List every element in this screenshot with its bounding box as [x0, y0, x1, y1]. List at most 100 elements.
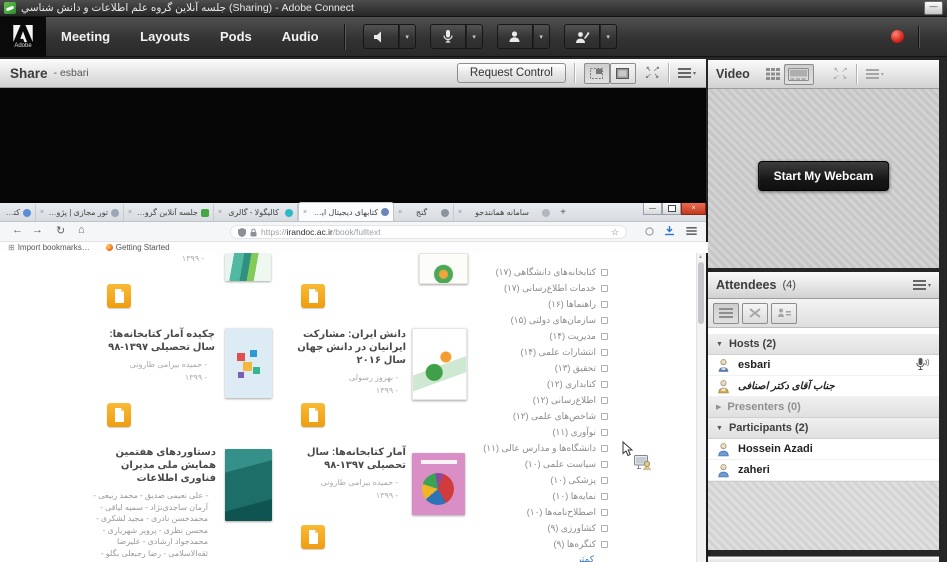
microphone-button[interactable]: [430, 24, 466, 49]
speaker-button[interactable]: [363, 24, 399, 49]
checkbox[interactable]: [601, 397, 608, 404]
checkbox[interactable]: [601, 461, 608, 468]
back-button[interactable]: ←: [12, 224, 23, 236]
attendee-row-esbari[interactable]: esbari: [708, 355, 939, 376]
pdf-download-icon[interactable]: [107, 284, 131, 308]
menu-audio[interactable]: Audio: [267, 29, 334, 44]
attendees-pod-menu-button[interactable]: ▾: [913, 280, 931, 290]
protections-icon[interactable]: [645, 227, 654, 236]
attendee-row-host2[interactable]: جناب آقای دکتر اصنافی: [708, 376, 939, 397]
request-control-button[interactable]: Request Control: [457, 63, 566, 83]
book-cover[interactable]: [225, 328, 272, 398]
category-filter[interactable]: کنگره‌ها (۹): [554, 537, 608, 551]
microphone-dropdown[interactable]: ▾: [466, 24, 483, 49]
checkbox[interactable]: [601, 493, 608, 500]
close-tab-icon[interactable]: ×: [40, 209, 44, 216]
browser-menu-icon[interactable]: [686, 227, 696, 235]
pdf-download-icon[interactable]: [301, 403, 325, 427]
attendee-list-view-button[interactable]: [713, 303, 739, 324]
close-tab-icon[interactable]: ×: [458, 209, 462, 216]
reload-button[interactable]: ↻: [56, 224, 65, 237]
category-filter[interactable]: اطلاع‌رسانی (۱۲): [533, 393, 608, 407]
checkbox[interactable]: [601, 349, 608, 356]
collapse-triangle-icon[interactable]: ▶: [716, 403, 721, 411]
checkbox[interactable]: [601, 525, 608, 532]
checkbox[interactable]: [601, 381, 608, 388]
browser-tab[interactable]: × سامانه همانندجو: [454, 204, 554, 221]
raise-hand-button[interactable]: [564, 24, 600, 49]
menu-pods[interactable]: Pods: [205, 29, 267, 44]
category-filter[interactable]: کشاورزی (۹): [548, 521, 608, 535]
browser-minimize-button[interactable]: —: [643, 203, 662, 215]
menu-meeting[interactable]: Meeting: [46, 29, 125, 44]
book-title[interactable]: دانش ایران: مشارکت ایرانیان در دانش جهان…: [278, 328, 406, 367]
book-entry[interactable]: دستاوردهای هفتمین همایش ملی مدیران فناور…: [88, 446, 216, 562]
checkbox[interactable]: [601, 541, 608, 548]
book-cover[interactable]: [225, 449, 272, 521]
address-bar[interactable]: https://irandoc.ac.ir/book/fulltext ☆: [230, 225, 627, 239]
share-view-toggle-dashed[interactable]: [584, 63, 610, 84]
category-filter[interactable]: نوآوری (۱۱): [552, 425, 608, 439]
book-entry[interactable]: آمار کتابخانه‌ها: سال تحصیلی ۱۳۹۷-۹۸ حمی…: [278, 446, 406, 503]
book-title[interactable]: چکیده آمار کتابخانه‌ها: سال تحصیلی ۱۳۹۷-…: [88, 328, 215, 354]
book-entry[interactable]: دانش ایران: مشارکت ایرانیان در دانش جهان…: [278, 328, 406, 398]
close-tab-icon[interactable]: ×: [398, 209, 402, 216]
close-tab-icon[interactable]: ×: [218, 209, 222, 216]
book-title[interactable]: آمار کتابخانه‌ها: سال تحصیلی ۱۳۹۷-۹۸: [278, 446, 406, 472]
checkbox[interactable]: [601, 365, 608, 372]
browser-tab[interactable]: × کالیگولا - گالری: [214, 204, 298, 221]
browser-restore-button[interactable]: [662, 203, 681, 215]
category-filter[interactable]: سیاست علمی (۱۰): [525, 457, 608, 471]
bookmark-import[interactable]: ⊞ Import bookmarks…: [8, 243, 90, 252]
attendee-status-view-button[interactable]: [771, 303, 797, 324]
fullscreen-button[interactable]: ↖↗↙↘: [644, 66, 660, 80]
share-pod-menu-button[interactable]: ▾: [678, 68, 696, 78]
page-scrollbar[interactable]: ▲: [696, 253, 706, 562]
category-filter[interactable]: سازمان‌های دولتی (۱۵): [511, 313, 608, 327]
status-dropdown[interactable]: ▾: [600, 24, 617, 49]
collapse-triangle-icon[interactable]: ▼: [716, 425, 723, 432]
category-filter[interactable]: نمایه‌ها (۱۰): [553, 489, 608, 503]
breakout-view-button[interactable]: [742, 303, 768, 324]
speaker-dropdown[interactable]: ▾: [399, 24, 416, 49]
checkbox[interactable]: [601, 429, 608, 436]
scroll-up-icon[interactable]: ▲: [698, 254, 703, 260]
category-filter[interactable]: شاخص‌های علمی (۱۲): [513, 409, 608, 423]
pdf-download-icon[interactable]: [107, 403, 131, 427]
book-entry[interactable]: چکیده آمار کتابخانه‌ها: سال تحصیلی ۱۳۹۷-…: [88, 328, 215, 385]
webcam-dropdown[interactable]: ▾: [533, 24, 550, 49]
attendee-row-participant[interactable]: zaheri: [708, 460, 939, 481]
book-cover[interactable]: [225, 253, 271, 281]
bookmark-star-icon[interactable]: ☆: [611, 227, 619, 238]
pdf-download-icon[interactable]: [301, 525, 325, 549]
menu-layouts[interactable]: Layouts: [125, 29, 205, 44]
category-filter[interactable]: کتابخانه‌های دانشگاهی (۱۷): [496, 265, 608, 279]
category-filter[interactable]: راهنماها (۱۶): [548, 297, 608, 311]
start-webcam-button[interactable]: Start My Webcam: [758, 161, 890, 191]
video-grid-view-button[interactable]: [766, 68, 780, 80]
pdf-download-icon[interactable]: [301, 284, 325, 308]
checkbox[interactable]: [601, 317, 608, 324]
forward-button[interactable]: →: [32, 224, 43, 236]
book-title[interactable]: دستاوردهای هفتمین همایش ملی مدیران فناور…: [88, 446, 216, 485]
video-pod-menu-button[interactable]: ▾: [866, 69, 884, 79]
home-button[interactable]: ⌂: [78, 224, 85, 236]
browser-tab[interactable]: × گنج: [394, 204, 454, 221]
checkbox[interactable]: [601, 413, 608, 420]
scrollbar-thumb[interactable]: [698, 262, 704, 324]
participants-section-header[interactable]: ▼ Participants (2): [708, 418, 939, 439]
book-cover[interactable]: [412, 328, 467, 400]
book-cover[interactable]: [419, 253, 468, 284]
browser-tab[interactable]: کتابهای دیجیتال ایران: [0, 204, 36, 221]
category-filter[interactable]: مدیریت (۱۴): [549, 329, 608, 343]
checkbox[interactable]: [601, 301, 608, 308]
category-filter[interactable]: دانشگاه‌ها و مدارس عالی (۱۱): [483, 441, 608, 455]
hosts-section-header[interactable]: ▼ Hosts (2): [708, 334, 939, 355]
new-tab-button[interactable]: +: [554, 207, 572, 218]
category-filter[interactable]: تحقیق (۱۳): [555, 361, 608, 375]
attendee-row-participant[interactable]: Hossein Azadi: [708, 439, 939, 460]
close-tab-icon[interactable]: ×: [303, 209, 307, 216]
checkbox[interactable]: [601, 445, 608, 452]
presenters-section-header[interactable]: ▶ Presenters (0): [708, 397, 939, 418]
browser-tab[interactable]: × جلسه آنلاین گروه علم ا: [124, 204, 214, 221]
